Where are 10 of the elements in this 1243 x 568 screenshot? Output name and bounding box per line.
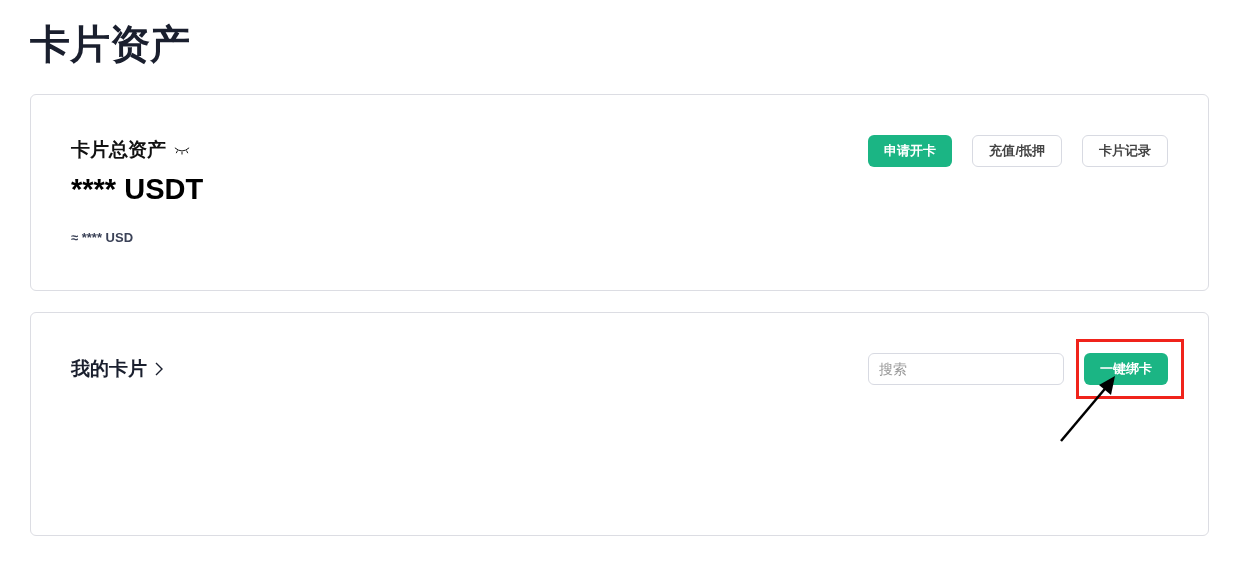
outline-button[interactable]: 卡片记录 [1082, 135, 1168, 167]
assets-label: 卡片总资产 [71, 138, 166, 162]
cards-link[interactable]: 我的卡片 [71, 353, 163, 385]
asset-approx: ≈ **** USD [71, 230, 135, 245]
page-title: 卡片资产 [30, 21, 191, 68]
outline-button[interactable]: 充值/抵押 [972, 135, 1062, 167]
asset-amount: **** USDT [71, 173, 204, 206]
chevron-right-icon [155, 362, 163, 376]
closed-eye-icon[interactable] [174, 145, 190, 155]
search-field[interactable]: 搜索 [868, 353, 1064, 385]
